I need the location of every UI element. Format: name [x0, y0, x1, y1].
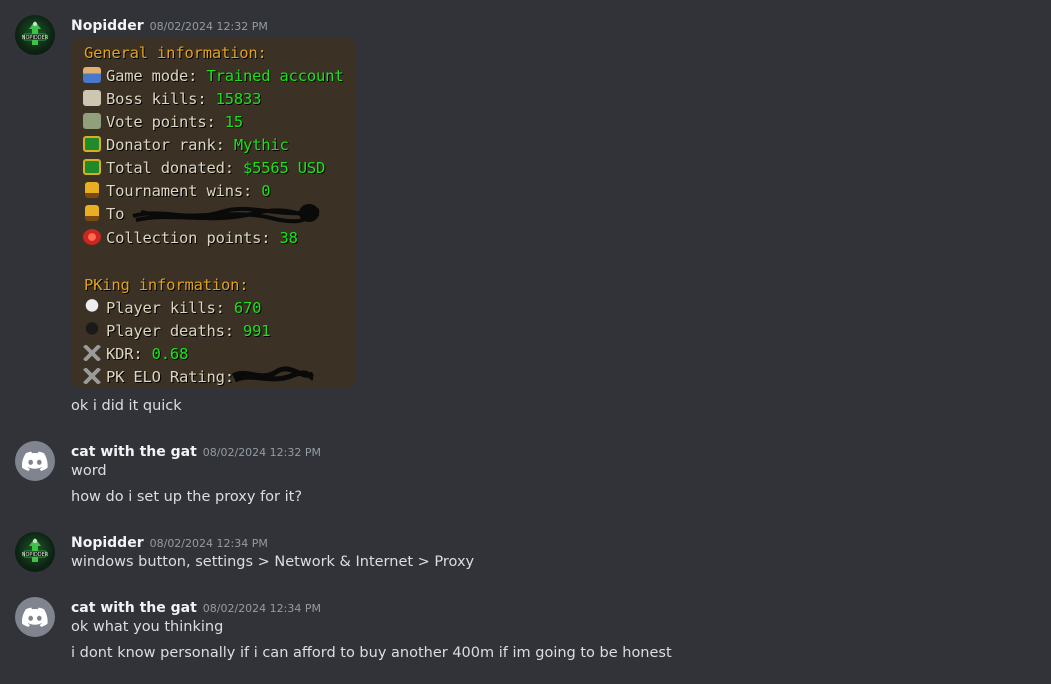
boss-kills-icon: [83, 90, 101, 106]
timestamp: 08/02/2024 12:34 PM: [202, 602, 321, 615]
username[interactable]: Nopidder: [71, 18, 144, 34]
vote-points-icon: [83, 113, 101, 129]
timestamp: 08/02/2024 12:32 PM: [149, 20, 268, 33]
donator-rank-icon: [83, 136, 101, 152]
game-mode-icon: [83, 67, 101, 83]
stat-row-donator-rank: Donator rank: Mythic: [83, 136, 289, 154]
stat-row-player-kills: Player kills: 670: [83, 299, 261, 317]
timestamp: 08/02/2024 12:34 PM: [149, 537, 268, 550]
stat-row-collection-points: Collection points: 38: [83, 229, 298, 247]
message-text: how do i set up the proxy for it?: [71, 489, 303, 505]
discord-default-avatar[interactable]: [15, 597, 55, 637]
total-donated-icon: [83, 159, 101, 175]
stat-row-boss-kills: Boss kills: 15833: [83, 90, 261, 108]
discord-default-avatar[interactable]: [15, 441, 55, 481]
message-header: cat with the gat 08/02/2024 12:34 PM: [71, 597, 321, 616]
skull-icon: [83, 299, 101, 315]
collection-icon: [83, 229, 101, 245]
nopidder-avatar[interactable]: NOPIDDER: [15, 532, 55, 572]
svg-text:NOPIDDER: NOPIDDER: [22, 35, 49, 41]
game-stats-image[interactable]: General information: Game mode: Trained …: [71, 37, 355, 387]
username[interactable]: cat with the gat: [71, 600, 197, 616]
message-text: word: [71, 463, 107, 479]
stat-row-total-donated: Total donated: $5565 USD: [83, 159, 325, 177]
crossed-swords-icon: [83, 345, 101, 361]
stat-row-pk-elo: PK ELO Rating:: [83, 368, 234, 386]
username[interactable]: cat with the gat: [71, 444, 197, 460]
trophy-icon: [85, 205, 99, 221]
message-header: Nopidder 08/02/2024 12:32 PM: [71, 15, 268, 34]
stat-row-player-deaths: Player deaths: 991: [83, 322, 271, 340]
crossed-swords-icon: [83, 368, 101, 384]
redaction-scribble: [231, 366, 315, 383]
stat-row-vote-points: Vote points: 15: [83, 113, 243, 131]
message-text: ok i did it quick: [71, 398, 182, 414]
trophy-icon: [85, 182, 99, 198]
pking-info-heading: PKing information:: [84, 276, 249, 294]
timestamp: 08/02/2024 12:32 PM: [202, 446, 321, 459]
stat-row-kdr: KDR: 0.68: [83, 345, 188, 363]
discord-logo-icon: [22, 451, 48, 471]
message-text: i dont know personally if i can afford t…: [71, 645, 672, 661]
stat-row-game-mode: Game mode: Trained account: [83, 67, 344, 85]
redaction-scribble: [132, 204, 320, 224]
username[interactable]: Nopidder: [71, 535, 144, 551]
dark-skull-icon: [83, 322, 101, 338]
stat-row-redacted: To: [83, 205, 124, 223]
stat-row-tournament-wins: Tournament wins: 0: [83, 182, 271, 200]
message-text: windows button, settings > Network & Int…: [71, 554, 475, 570]
nopidder-avatar[interactable]: NOPIDDER: [15, 15, 55, 55]
svg-text:NOPIDDER: NOPIDDER: [22, 552, 49, 558]
general-info-heading: General information:: [84, 44, 267, 62]
message-text: ok what you thinking: [71, 619, 224, 635]
message-header: cat with the gat 08/02/2024 12:32 PM: [71, 441, 321, 460]
message-header: Nopidder 08/02/2024 12:34 PM: [71, 532, 268, 551]
discord-logo-icon: [22, 607, 48, 627]
